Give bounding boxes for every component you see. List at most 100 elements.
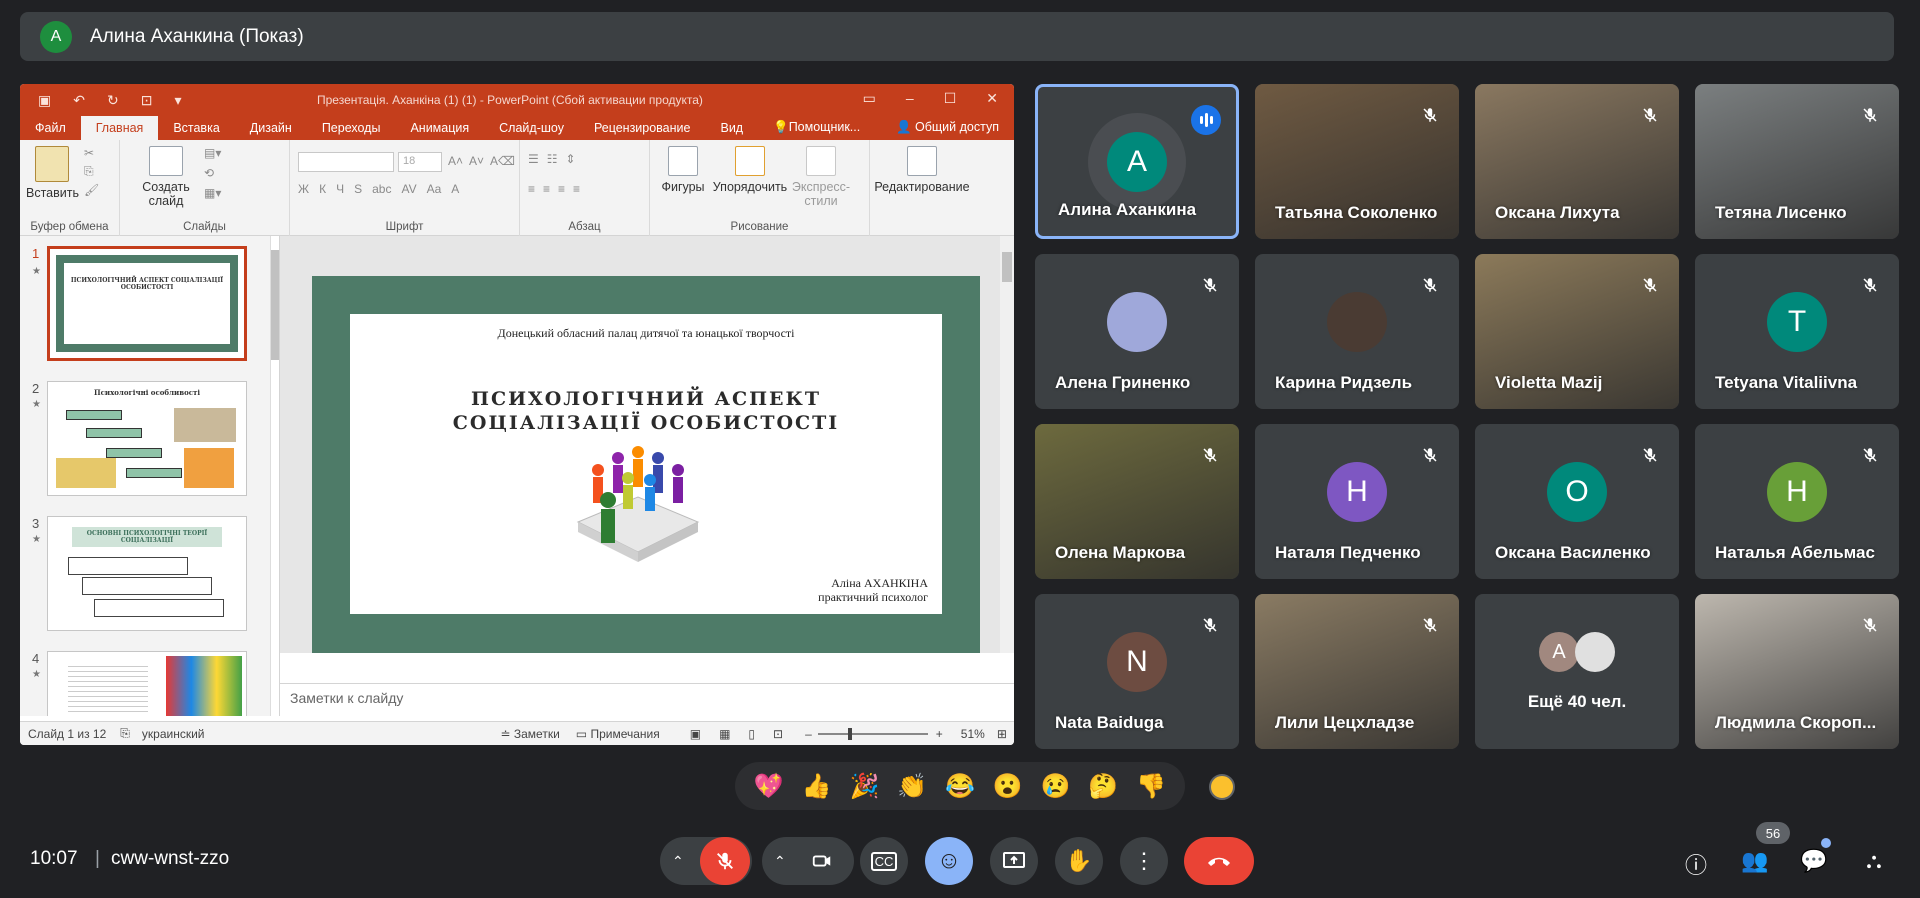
reaction-clap-icon[interactable]: 👏 [892,772,932,801]
font-color-icon[interactable]: A [451,182,459,196]
tab-design[interactable]: Дизайн [235,121,307,140]
grow-font-icon[interactable]: A˄ [448,154,463,168]
strikethrough-icon[interactable]: abc [372,182,391,196]
paste-button[interactable]: Вставить [26,146,79,200]
activities-icon[interactable]: ⛬ [1860,848,1888,876]
slideshow-view-icon[interactable]: ⊡ [773,727,783,741]
zoom-slider-handle[interactable] [847,727,852,740]
tab-slideshow[interactable]: Слайд-шоу [484,121,579,140]
participant-tile[interactable]: А Алина Аханкина [1035,84,1239,239]
align-center-icon[interactable]: ≡ [543,182,550,196]
reaction-thumbs-down-icon[interactable]: 👎 [1131,772,1171,801]
participant-tile[interactable]: H Наталья Абельмас [1695,424,1899,579]
participant-tile[interactable]: Лили Цецхладзе [1255,594,1459,749]
format-painter-icon[interactable]: 🖌 [84,183,99,197]
fit-slide-icon[interactable]: ⊞ [997,727,1007,741]
copy-icon[interactable]: ⎘ [84,164,99,179]
mic-toggle-button[interactable] [700,837,750,885]
participant-tile[interactable]: O Оксана Василенко [1475,424,1679,579]
tab-transitions[interactable]: Переходы [307,121,396,140]
meeting-info-icon[interactable]: ⓘ [1682,848,1710,878]
reading-view-icon[interactable]: ▯ [748,727,755,741]
ribbon-display-icon[interactable]: ▭ [863,90,876,107]
participant-tile[interactable]: H Наталя Педченко [1255,424,1459,579]
editing-button[interactable]: Редактирование [870,146,974,194]
share-button[interactable]: 👤 Общий доступ [881,120,1014,140]
captions-button[interactable]: CC [860,837,908,885]
undo-icon[interactable]: ↶ [73,92,85,109]
shrink-font-icon[interactable]: A˅ [469,154,484,168]
font-size-box[interactable]: 18 [398,152,442,172]
language-label[interactable]: украинский [142,727,205,741]
tab-animation[interactable]: Анимация [395,121,484,140]
redo-icon[interactable]: ↻ [107,92,119,109]
more-options-button[interactable]: ⋮ [1120,837,1168,885]
notes-toggle[interactable]: ≐ Заметки [500,727,559,741]
spellcheck-icon[interactable]: ⎘ [120,726,130,741]
zoom-out-button[interactable]: – [805,727,812,741]
participant-tile[interactable]: T Tetyana Vitaliivna [1695,254,1899,409]
reaction-thumbs-up-icon[interactable]: 👍 [797,772,837,801]
participant-tile[interactable]: Алена Гриненко [1035,254,1239,409]
shapes-button[interactable]: Фигуры [656,146,710,194]
font-name-box[interactable] [298,152,394,172]
editor-scrollbar[interactable] [1000,236,1014,653]
slide-thumbnail-4[interactable] [47,651,247,716]
cut-icon[interactable]: ✂ [84,146,99,160]
skin-tone-button[interactable] [1209,774,1235,800]
clear-format-icon[interactable]: A⌫ [490,154,515,168]
new-slide-button[interactable]: Создать слайд [138,146,194,208]
participant-tile[interactable]: Violetta Mazij [1475,254,1679,409]
participant-tile[interactable]: Олена Маркова [1035,424,1239,579]
reset-icon[interactable]: ⟲ [204,166,221,180]
italic-icon[interactable]: К [319,182,326,196]
chat-icon[interactable]: 💬 [1800,848,1828,876]
slide-thumbnail-1[interactable]: ПСИХОЛОГІЧНИЙ АСПЕКТ СОЦІАЛІЗАЦІЇ ОСОБИС… [47,246,247,361]
align-left-icon[interactable]: ≡ [528,182,535,196]
scroll-thumb[interactable] [1002,252,1012,282]
quick-styles-button[interactable]: Экспресс-стили [790,146,852,208]
maximize-icon[interactable]: ☐ [944,90,957,107]
close-icon[interactable]: ✕ [986,90,998,107]
numbering-icon[interactable]: ☷ [547,152,558,166]
section-icon[interactable]: ▦▾ [204,186,221,200]
zoom-slider[interactable] [817,727,928,740]
arrange-button[interactable]: Упорядочить [710,146,790,194]
normal-view-icon[interactable]: ▣ [690,727,701,741]
notes-pane[interactable]: Заметки к слайду [280,683,1014,713]
tab-insert[interactable]: Вставка [158,121,234,140]
underline-icon[interactable]: Ч [336,182,344,196]
tab-file[interactable]: Файл [20,121,81,140]
line-spacing-icon[interactable]: ⇕ [566,152,576,166]
reaction-party-icon[interactable]: 🎉 [844,772,884,801]
thumbs-scrollbar[interactable] [270,236,279,716]
people-icon[interactable]: 👥 [1741,848,1769,876]
comments-toggle[interactable]: ▭ Примечания [576,727,660,741]
leave-call-button[interactable] [1184,837,1254,885]
layout-icon[interactable]: ▤▾ [204,146,221,160]
zoom-level[interactable]: 51% [961,727,985,741]
more-participants-tile[interactable]: А Ещё 40 чел. [1475,594,1679,749]
scroll-thumb[interactable] [271,250,279,360]
participant-tile[interactable]: Оксана Лихута [1475,84,1679,239]
tab-home[interactable]: Главная [80,116,159,140]
tab-tell-me[interactable]: 💡Помощник... [758,120,875,140]
raise-hand-button[interactable]: ✋ [1055,837,1103,885]
minimize-icon[interactable]: – [906,90,914,107]
sorter-view-icon[interactable]: ▦ [719,727,730,741]
slide-thumbnail-2[interactable]: Психологічні особливості [47,381,247,496]
emoji-button[interactable]: ☺ [925,837,973,885]
zoom-in-button[interactable]: + [936,727,943,741]
reaction-thinking-icon[interactable]: 🤔 [1083,772,1123,801]
participant-tile[interactable]: Татьяна Соколенко [1255,84,1459,239]
reaction-sad-icon[interactable]: 😢 [1035,772,1075,801]
bold-icon[interactable]: Ж [298,182,309,196]
reaction-surprised-icon[interactable]: 😮 [988,772,1028,801]
customize-icon[interactable]: ▾ [174,92,181,109]
participant-tile[interactable]: Людмила Скороп... [1695,594,1899,749]
participant-tile[interactable]: Тетяна Лисенко [1695,84,1899,239]
current-slide[interactable]: Донецький обласний палац дитячої та юнац… [312,276,980,653]
present-button[interactable] [990,837,1038,885]
slideshow-icon[interactable]: ⊡ [141,92,153,109]
case-icon[interactable]: Aa [427,182,442,196]
